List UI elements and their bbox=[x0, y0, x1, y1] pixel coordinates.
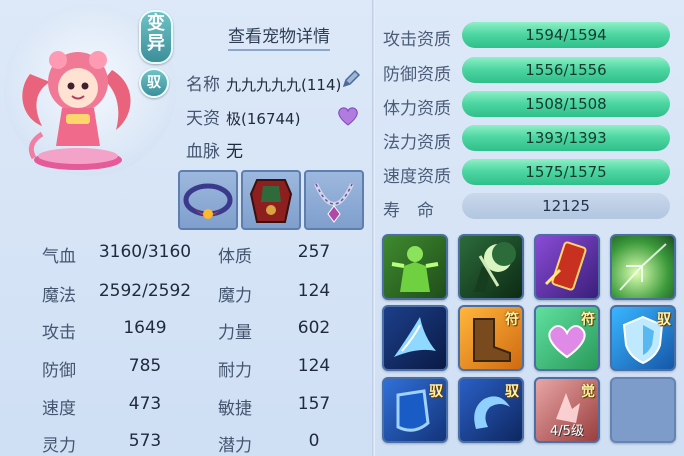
defense-aptitude-label: 防御资质 bbox=[383, 65, 451, 85]
pet-avatar-icon bbox=[22, 51, 131, 170]
stat-magic-label: 魔力 bbox=[218, 286, 252, 306]
bloodline-label: 血脉 bbox=[186, 142, 220, 162]
speed-aptitude-value: 1575/1575 bbox=[525, 163, 607, 181]
skill-slot-11[interactable]: 觉 4/5级 bbox=[534, 377, 600, 443]
skill-7-tag: 符 bbox=[581, 312, 595, 328]
ride-badge: 驭 bbox=[139, 68, 169, 98]
mutation-badge-char-2: 异 bbox=[147, 33, 165, 54]
stat-strength-value: 602 bbox=[297, 318, 331, 338]
skill-slot-9[interactable]: 驭 bbox=[382, 377, 448, 443]
magic-aptitude-bar: 1393/1393 bbox=[462, 125, 670, 151]
armor-equipment-icon bbox=[249, 179, 293, 223]
pet-talent-row: 天资 极(16744) bbox=[186, 104, 300, 129]
defense-aptitude-value: 1556/1556 bbox=[525, 61, 607, 79]
skill-slot-2[interactable] bbox=[458, 234, 524, 300]
moon-knight-skill-icon bbox=[474, 242, 516, 292]
bloodline-value: 无 bbox=[226, 142, 243, 162]
green-burst-skill-icon bbox=[619, 243, 667, 291]
defense-aptitude-bar: 1556/1556 bbox=[462, 57, 670, 83]
stamina-aptitude-label: 体力资质 bbox=[383, 99, 451, 119]
attack-aptitude-bar: 1594/1594 bbox=[462, 22, 670, 48]
stat-constitution-value: 257 bbox=[297, 242, 331, 262]
skill-slot-1[interactable] bbox=[382, 234, 448, 300]
ice-wing-skill-icon bbox=[394, 317, 436, 357]
pet-info-panel: 变 异 驭 查看宠物详情 名称 九九九九九(114) 天资 极(16744) 血脉无 bbox=[0, 0, 684, 456]
skill-slot-4[interactable] bbox=[610, 234, 676, 300]
mutation-badge: 变 异 bbox=[139, 10, 173, 64]
stat-potential-label: 潜力 bbox=[218, 436, 252, 456]
collar-equipment-icon bbox=[183, 183, 233, 219]
pet-name-value: 九九九九九(114) bbox=[226, 76, 342, 94]
skill-11-level: 4/5级 bbox=[550, 424, 584, 439]
empty-skill-slot[interactable] bbox=[610, 377, 676, 443]
magic-aptitude-value: 1393/1393 bbox=[525, 129, 607, 147]
stat-agility-value: 157 bbox=[297, 394, 331, 414]
stat-spirit-label: 灵力 bbox=[42, 436, 76, 456]
stat-mp-value: 2592/2592 bbox=[98, 281, 192, 301]
attack-aptitude-label: 攻击资质 bbox=[383, 30, 451, 50]
magic-aptitude-label: 法力资质 bbox=[383, 133, 451, 153]
pet-bloodline-row: 血脉无 bbox=[186, 137, 243, 162]
stat-strength-label: 力量 bbox=[218, 323, 252, 343]
stat-mp-label: 魔法 bbox=[42, 286, 76, 306]
stat-defense-value: 785 bbox=[128, 356, 162, 376]
stat-speed-value: 473 bbox=[128, 394, 162, 414]
stat-attack-value: 1649 bbox=[123, 318, 167, 338]
pet-name-row: 名称 九九九九九(114) bbox=[186, 70, 341, 95]
stat-constitution-label: 体质 bbox=[218, 247, 252, 267]
view-pet-details-link[interactable]: 查看宠物详情 bbox=[228, 22, 330, 51]
skill-9-tag: 驭 bbox=[429, 384, 443, 400]
lifespan-value: 12125 bbox=[462, 193, 670, 219]
stamina-aptitude-bar: 1508/1508 bbox=[462, 91, 670, 117]
skill-8-tag: 驭 bbox=[657, 312, 671, 328]
skill-slot-6[interactable]: 符 bbox=[458, 305, 524, 371]
attack-aptitude-value: 1594/1594 bbox=[525, 26, 607, 44]
speed-aptitude-bar: 1575/1575 bbox=[462, 159, 670, 185]
skill-slot-8[interactable]: 驭 bbox=[610, 305, 676, 371]
red-scroll-skill-icon bbox=[544, 241, 587, 291]
equipment-slot-collar[interactable] bbox=[178, 170, 238, 230]
stat-magic-value: 124 bbox=[297, 281, 331, 301]
stat-agility-label: 敏捷 bbox=[218, 399, 252, 419]
mutation-badge-char-1: 变 bbox=[147, 13, 165, 34]
skill-11-tag: 觉 bbox=[581, 384, 595, 400]
column-divider bbox=[372, 0, 375, 456]
name-label: 名称 bbox=[186, 75, 220, 95]
skill-slot-5[interactable] bbox=[382, 305, 448, 371]
stat-endurance-label: 耐力 bbox=[218, 361, 252, 381]
green-warrior-skill-icon bbox=[391, 246, 439, 292]
necklace-equipment-icon bbox=[314, 183, 354, 223]
stat-hp-value: 3160/3160 bbox=[98, 242, 192, 262]
stat-defense-label: 防御 bbox=[42, 361, 76, 381]
skill-6-tag: 符 bbox=[505, 312, 519, 328]
stat-spirit-value: 573 bbox=[128, 431, 162, 451]
stat-endurance-value: 124 bbox=[297, 356, 331, 376]
stat-attack-label: 攻击 bbox=[42, 323, 76, 343]
talent-label: 天资 bbox=[186, 109, 220, 129]
stat-potential-value: 0 bbox=[308, 431, 320, 451]
skill-slot-10[interactable]: 驭 bbox=[458, 377, 524, 443]
purple-heart-icon[interactable] bbox=[337, 106, 359, 126]
lifespan-label: 寿 命 bbox=[383, 201, 434, 221]
speed-aptitude-label: 速度资质 bbox=[383, 167, 451, 187]
skill-slot-7[interactable]: 符 bbox=[534, 305, 600, 371]
skill-10-tag: 驭 bbox=[505, 384, 519, 400]
stamina-aptitude-value: 1508/1508 bbox=[525, 95, 607, 113]
skill-slot-3[interactable] bbox=[534, 234, 600, 300]
edit-name-icon[interactable] bbox=[340, 68, 362, 90]
stat-hp-label: 气血 bbox=[42, 247, 76, 267]
talent-value: 极(16744) bbox=[226, 110, 301, 128]
equipment-slot-armor[interactable] bbox=[241, 170, 301, 230]
stat-speed-label: 速度 bbox=[42, 399, 76, 419]
equipment-slot-necklace[interactable] bbox=[304, 170, 364, 230]
